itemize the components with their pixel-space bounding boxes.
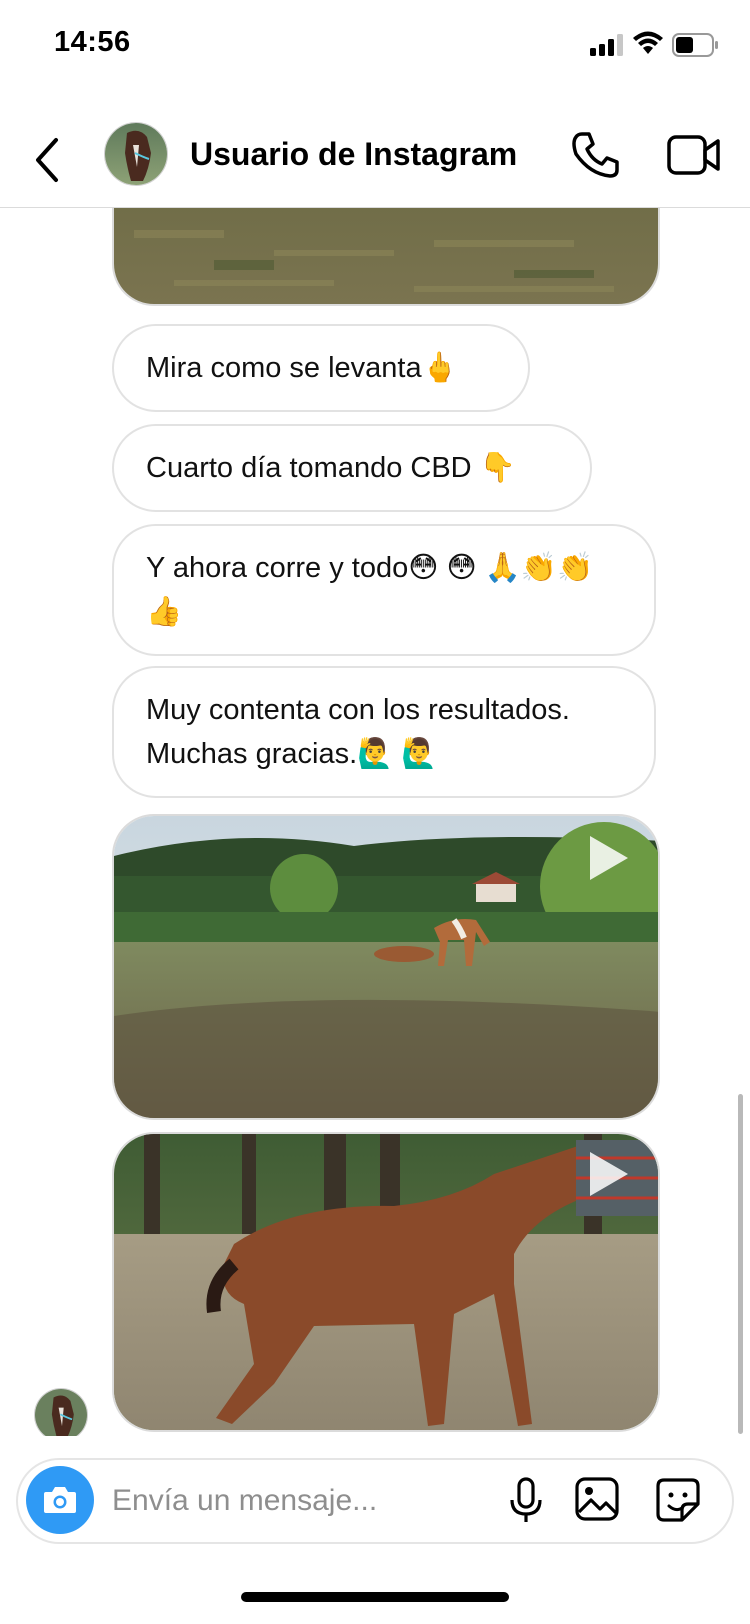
message-bubble-1[interactable]: Mira como se levanta🖕 xyxy=(112,324,530,412)
phone-icon[interactable] xyxy=(570,130,620,180)
message-bubble-4[interactable]: Muy contenta con los resultados. Muchas … xyxy=(112,666,656,798)
video-message-1[interactable] xyxy=(112,814,660,1120)
message-text: Y ahora corre y todo😳 😳 🙏👏👏👍 xyxy=(146,552,594,628)
message-text: Cuarto día tomando CBD 👇 xyxy=(146,452,516,484)
contact-name[interactable]: Usuario de Instagram xyxy=(190,136,517,173)
contact-avatar[interactable] xyxy=(104,122,168,186)
message-list[interactable]: Mira como se levanta🖕 Cuarto día tomando… xyxy=(0,208,750,1436)
video-message-2[interactable] xyxy=(112,1132,660,1432)
chat-screen: 14:56 Usuario de Instagram Mira como se … xyxy=(0,0,750,1624)
home-indicator[interactable] xyxy=(241,1592,509,1602)
play-icon[interactable] xyxy=(586,1148,632,1200)
scrollbar[interactable] xyxy=(738,1094,743,1434)
camera-icon xyxy=(44,1487,76,1513)
sender-avatar[interactable] xyxy=(34,1388,88,1436)
message-bubble-3[interactable]: Y ahora corre y todo😳 😳 🙏👏👏👍 xyxy=(112,524,656,656)
play-icon[interactable] xyxy=(586,832,632,884)
horses-field-video xyxy=(114,816,658,1118)
status-time: 14:56 xyxy=(54,26,131,58)
horse-trotting-video xyxy=(114,1134,658,1430)
image-message[interactable] xyxy=(112,208,660,306)
message-bubble-2[interactable]: Cuarto día tomando CBD 👇 xyxy=(112,424,592,512)
gallery-icon[interactable] xyxy=(574,1476,620,1522)
battery-icon xyxy=(672,33,718,57)
chat-header: Usuario de Instagram xyxy=(0,110,750,208)
microphone-icon[interactable] xyxy=(506,1476,546,1526)
status-bar: 14:56 xyxy=(0,0,750,90)
horse-avatar-icon xyxy=(105,123,167,185)
message-text: Mira como se levanta🖕 xyxy=(146,352,458,384)
message-input[interactable] xyxy=(112,1478,482,1524)
sticker-icon[interactable] xyxy=(654,1476,702,1524)
camera-button[interactable] xyxy=(26,1466,94,1534)
horse-avatar-icon xyxy=(35,1389,87,1436)
video-camera-icon[interactable] xyxy=(666,132,722,178)
cellular-signal-icon xyxy=(590,34,624,56)
message-text: Muy contenta con los resultados. Muchas … xyxy=(146,694,570,770)
back-chevron-icon[interactable] xyxy=(28,130,68,190)
grass-photo xyxy=(114,208,658,304)
wifi-icon xyxy=(633,31,663,54)
message-composer xyxy=(16,1458,734,1544)
